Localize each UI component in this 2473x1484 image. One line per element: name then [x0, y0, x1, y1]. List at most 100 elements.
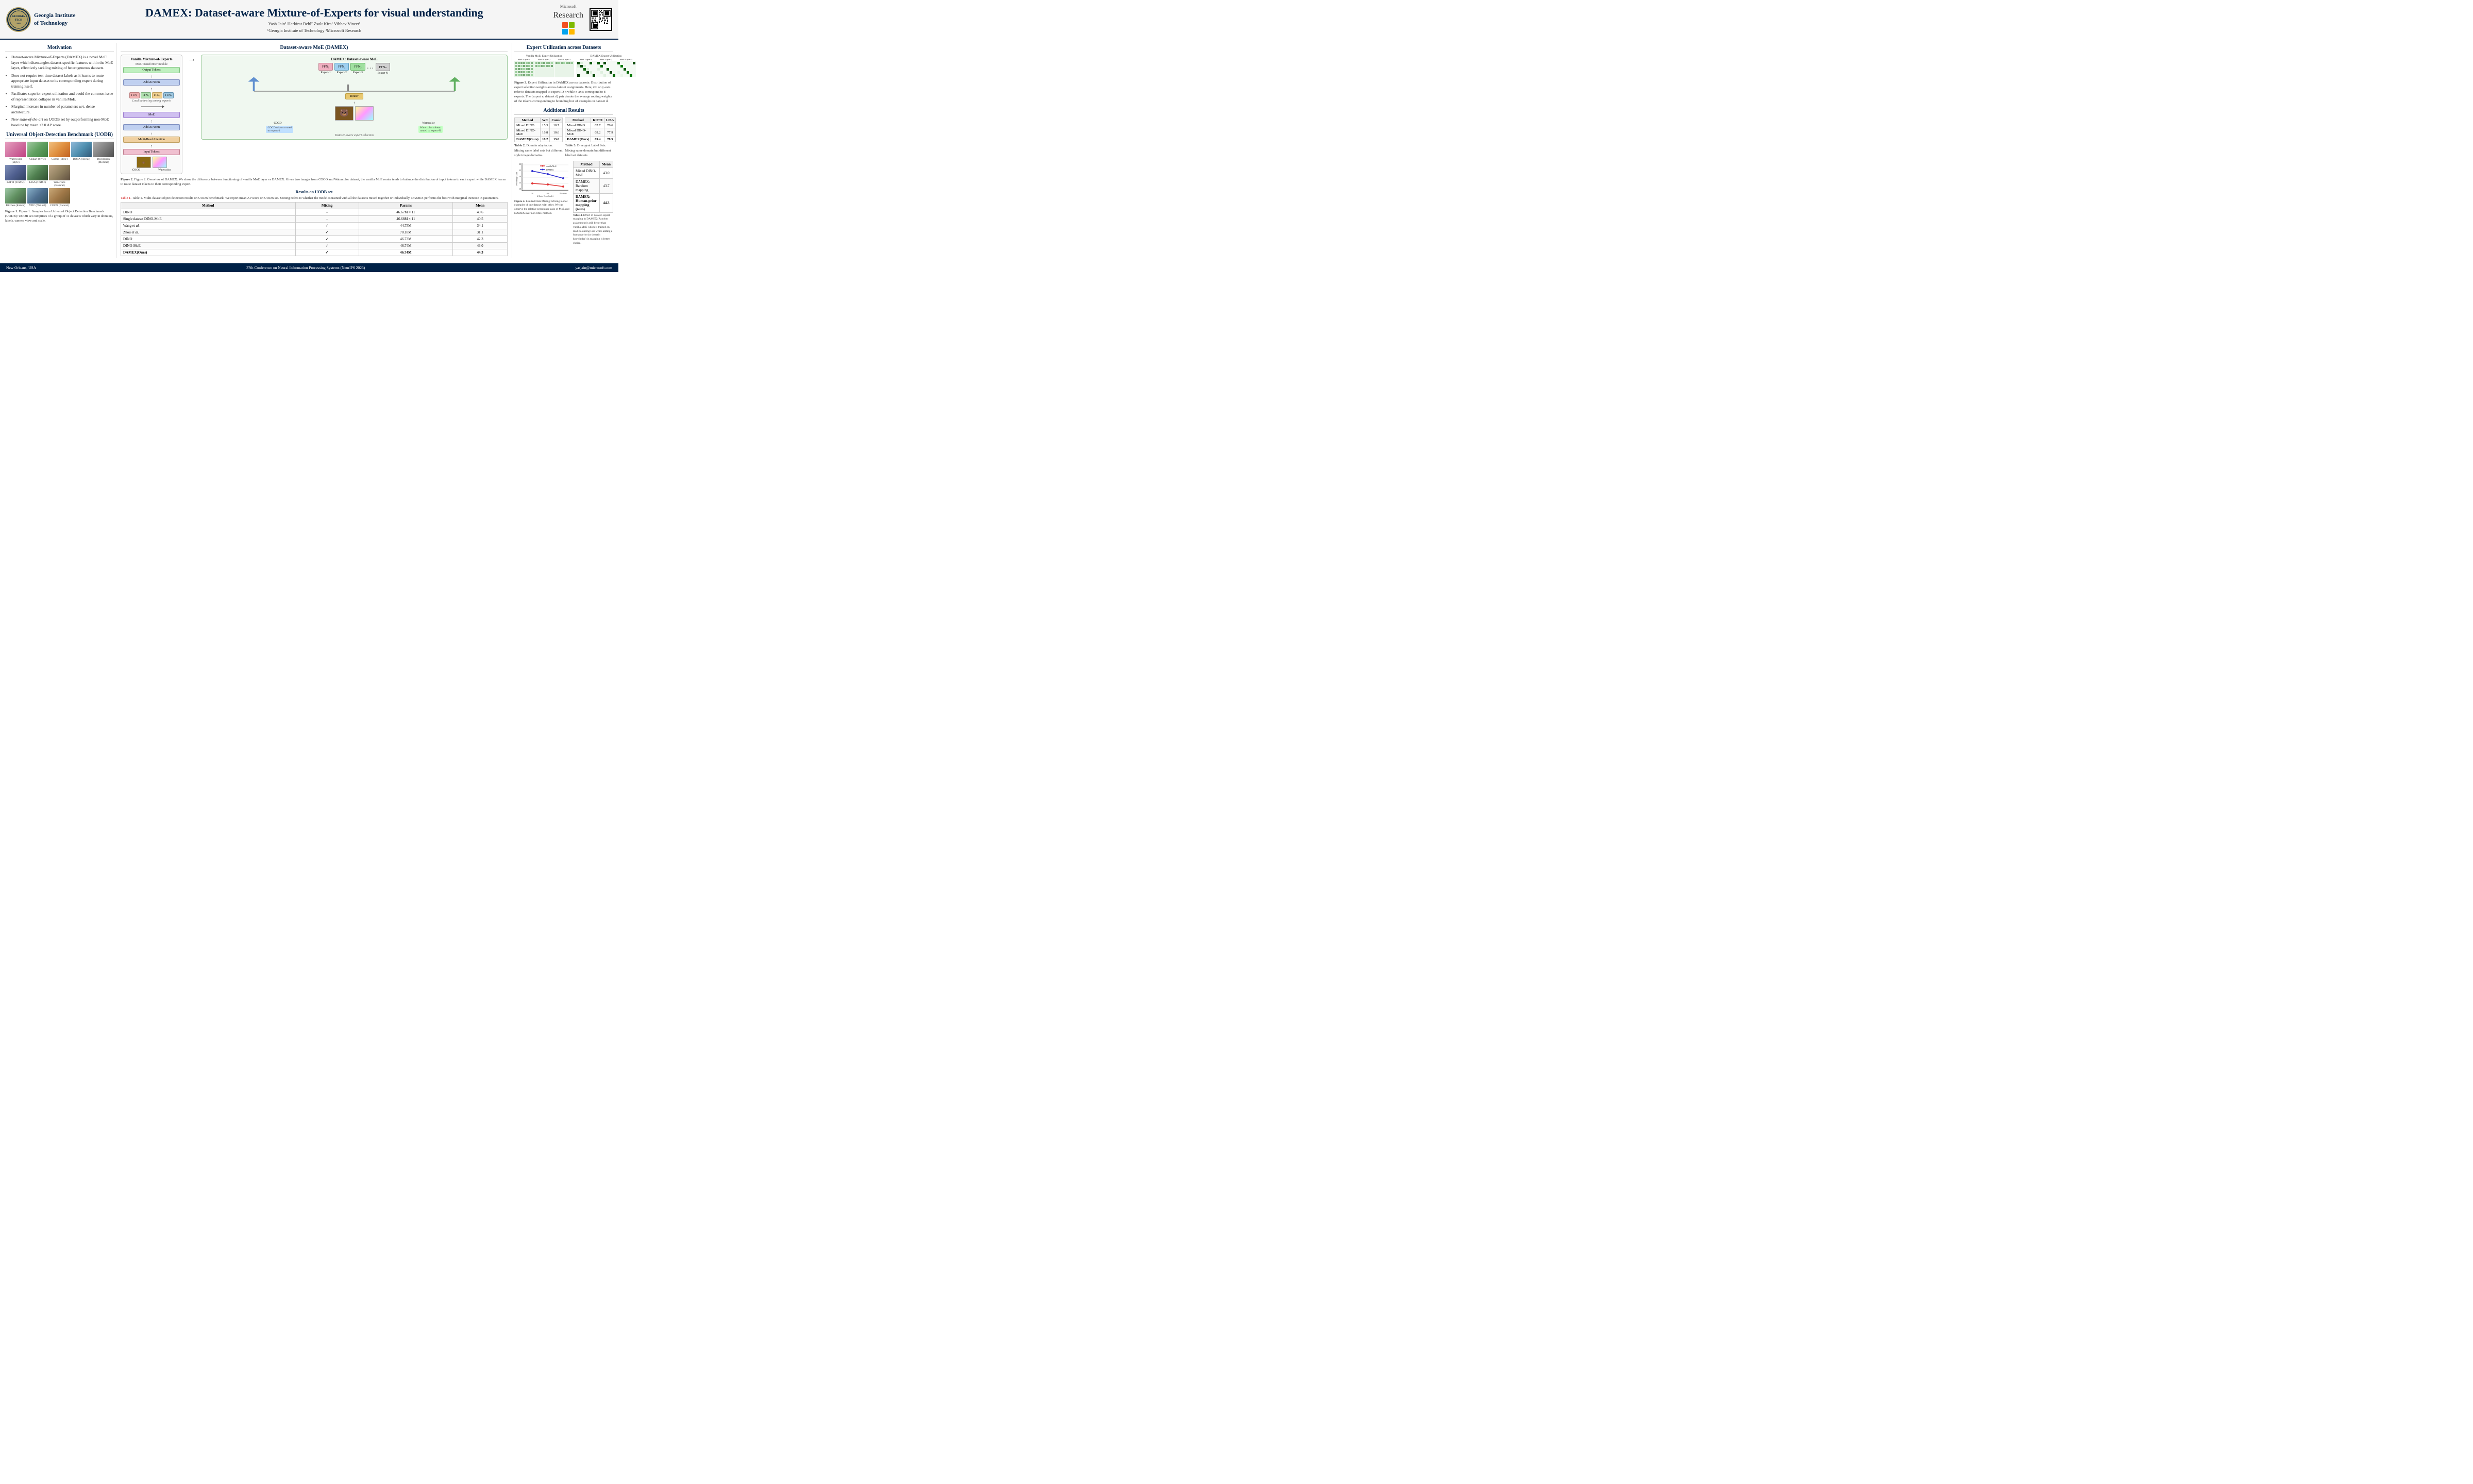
uodb-img-vdc: [27, 188, 48, 204]
table-row-damex: DAMEX(Ours) ✓ 46.74M 44.3: [121, 249, 508, 256]
damex-hm1-svg: [576, 61, 596, 77]
router-box: Router: [345, 93, 363, 99]
t2-r2-comic: 10.6: [550, 128, 563, 137]
ms-label: Microsoft: [560, 4, 577, 9]
mixing-dino: -: [295, 209, 359, 216]
t2-r1-wc: 15.3: [540, 123, 549, 128]
ms-sq-blue: [562, 29, 568, 35]
t3-r1-lisa: 76.6: [604, 123, 616, 128]
damex-hm-l1: MoE Layer 1: [576, 58, 596, 78]
damex-expert-n: FFNₙ Expert-N: [376, 63, 391, 75]
params-single-moe: 46.68M × 11: [359, 216, 453, 223]
vanilla-hm-l3: MoE Layer 3: [554, 58, 574, 78]
vanilla-ffn-row: FFN₁ FFN₂ FFN₃ FFNₙ: [123, 92, 180, 98]
coco-label: COCO: [132, 168, 140, 172]
dots: ···: [367, 63, 374, 75]
damex-hm2-svg: [596, 61, 616, 77]
motivation-item-2: Does not require test-time dataset label…: [11, 73, 114, 90]
mean-dino2: 42.3: [453, 236, 508, 243]
params-dino-moe: 46.74M: [359, 243, 453, 249]
vanilla-hm3-svg: [554, 61, 574, 77]
t2-r3-wc: 18.2: [540, 137, 549, 142]
damex-diagram: Vanilla Mixture-of-Experts MoE Transform…: [121, 55, 508, 174]
uodb-title: Universal Object-Detection Benchmark (UO…: [5, 132, 114, 139]
t4-r3-method: DAMEX: Human-prior mapping (ours): [574, 193, 600, 212]
damex-ffn-n: FFNₙ: [376, 63, 391, 71]
col-mixing: Mixing: [295, 203, 359, 209]
uodb-item-comic: Comic (Style): [49, 142, 70, 164]
side-tables: Method WC Comic Mixed DINO 15.3 10.7: [514, 117, 613, 157]
expert-3-label: Expert-3: [353, 71, 363, 74]
method-zhou: Zhou et al.: [121, 229, 296, 236]
ffn-expert-3: FFN₃: [152, 92, 162, 98]
uodb-img-kitti: [5, 165, 26, 180]
vanilla-title: Vanilla Mixture-of-Experts: [123, 57, 180, 61]
t2-col-method: Method: [515, 118, 541, 123]
arrow-3: ↑: [123, 119, 180, 124]
t4-r3-mean: 44.3: [599, 193, 613, 212]
col-params: Params: [359, 203, 453, 209]
arrow-2: ↑: [123, 87, 180, 91]
t3-r3-method: DAMEX(Ours): [565, 137, 591, 142]
damex-coco-img: 🐻: [335, 106, 354, 121]
table-row: DINO-MoE ✓ 46.74M 43.0: [121, 243, 508, 249]
table-row: Mixed DINO-MoE 43.0: [574, 167, 613, 178]
damex-img-labels: COCO Watercolor: [204, 122, 505, 125]
vanilla-hm-l2: MoE Layer 2: [534, 58, 554, 78]
uodb-item-dota: DOTA (Aerial): [71, 142, 92, 164]
damex-hm-l2: MoE Layer 2: [596, 58, 616, 78]
uodb-img-comic: [49, 142, 70, 157]
svg-text:GEORGIA: GEORGIA: [12, 15, 25, 18]
method-dino2: DINO: [121, 236, 296, 243]
ms-sq-yellow: [569, 29, 575, 35]
t2-col-comic: Comic: [550, 118, 563, 123]
t4-r1-mean: 43.0: [599, 167, 613, 178]
ffn-expert-1: FFN₁: [129, 92, 140, 98]
t4-col-method: Method: [574, 161, 600, 167]
middle-column: Dataset-aware MoE (DAMEX) Vanilla Mixtur…: [116, 43, 512, 258]
t3-r2-lisa: 77.9: [604, 128, 616, 137]
motivation-item-1: Dataset-aware Mixture-of-Experts (DAMEX)…: [11, 55, 114, 71]
damex-hm-title: DAMEX Expert Utilization: [576, 55, 636, 58]
svg-text:# Shots (Log Scale): # Shots (Log Scale): [537, 195, 553, 197]
main-content: Motivation Dataset-aware Mixture-of-Expe…: [0, 40, 618, 261]
table-row: Mixed DINO 15.3 10.7: [515, 123, 563, 128]
damex-hm3-svg: [616, 61, 636, 77]
svg-text:Percentage Gain: Percentage Gain: [515, 172, 518, 185]
damex-heatmaps: DAMEX Expert Utilization MoE Layer 1: [576, 55, 636, 78]
table2: Method WC Comic Mixed DINO 15.3 10.7: [514, 117, 563, 157]
svg-text:full dataset: full dataset: [560, 192, 566, 194]
svg-text:1885: 1885: [16, 22, 21, 25]
table3-header: Method KITTI LISA: [565, 118, 616, 123]
svg-text:DAMEX: DAMEX: [546, 168, 554, 171]
expert-util-section: Expert Utilization across Datasets Vanil…: [514, 45, 613, 104]
expert-util-title: Expert Utilization across Datasets: [514, 45, 613, 52]
params-damex: 46.74M: [359, 249, 453, 256]
mean-dino-moe: 43.0: [453, 243, 508, 249]
coco-wc-images: 🐻: [204, 106, 505, 121]
left-column: Motivation Dataset-aware Mixture-of-Expe…: [3, 43, 116, 258]
chart-section: 30 25 20 15 10 50 100 ful: [514, 161, 613, 246]
uodb-section: Universal Object-Detection Benchmark (UO…: [5, 132, 114, 223]
uodb-item-kitti: KITTI (Traffic): [5, 165, 26, 187]
params-dino: 46.67M × 11: [359, 209, 453, 216]
figure3-caption: Figure 3. Expert Utilization in DAMEX ac…: [514, 80, 613, 104]
arrow-5: ↑: [123, 144, 180, 148]
t3-col-lisa: LISA: [604, 118, 616, 123]
t3-r1-method: Mixed DINO: [565, 123, 591, 128]
line-chart-svg: 30 25 20 15 10 50 100 ful: [514, 161, 571, 197]
uodb-item-kitchen: [71, 165, 92, 187]
params-wang: 44.75M: [359, 223, 453, 229]
uodb-label-comic: Comic (Style): [49, 158, 70, 161]
ms-sq-red: [562, 22, 568, 28]
vanilla-hm-title: Vanilla MoE: Expert Utilization: [514, 55, 574, 58]
vanilla-hm1-svg: [514, 61, 534, 77]
uodb-img-coco: [49, 188, 70, 204]
damex-title: DAMEX: Dataset-aware MoE: [204, 57, 505, 61]
damex-wc-img: [355, 106, 374, 121]
table-row: Single dataset DINO-MoE - 46.68M × 11 40…: [121, 216, 508, 223]
moe-transformer-label: MoE Transformer module: [123, 63, 180, 66]
motivation-item-4: Marginal increase in number of parameter…: [11, 104, 114, 115]
table-row: DINO ✓ 46.73M 42.3: [121, 236, 508, 243]
svg-text:25: 25: [519, 169, 521, 172]
